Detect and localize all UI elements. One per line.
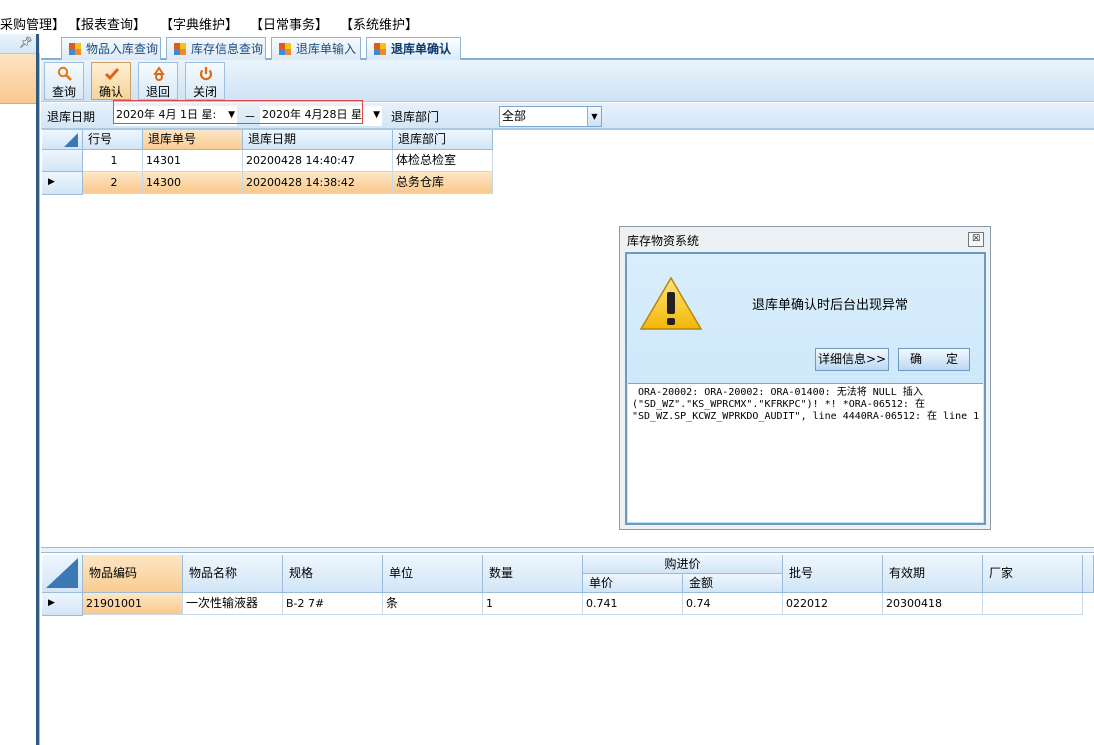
cell-name[interactable]: 一次性输液器 xyxy=(183,593,283,615)
window-icon xyxy=(69,43,82,55)
splitter-bar[interactable] xyxy=(36,34,39,745)
col-header-purchase-group: 购进价 xyxy=(583,555,783,574)
menu-reports[interactable]: 【报表查询】 xyxy=(68,14,146,33)
cell-qty[interactable]: 1 xyxy=(483,593,583,615)
menu-system[interactable]: 【系统维护】 xyxy=(340,14,418,33)
confirm-button[interactable]: 确认 xyxy=(91,62,131,100)
grid-corner[interactable] xyxy=(42,555,83,593)
menu-daily[interactable]: 【日常事务】 xyxy=(250,14,328,33)
recycle-icon xyxy=(151,66,167,82)
cell-dept[interactable]: 总务仓库 xyxy=(393,172,493,194)
left-pane-selected-item[interactable] xyxy=(0,54,39,104)
cell-code[interactable]: 21901001 xyxy=(83,593,183,615)
cell-amount[interactable]: 0.74 xyxy=(683,593,783,615)
cell-dept[interactable]: 体检总检室 xyxy=(393,150,493,172)
col-header-unit-price[interactable]: 单价 xyxy=(583,574,683,593)
close-icon[interactable]: ☒ xyxy=(968,232,984,247)
menu-purchase[interactable]: 采购管理】 xyxy=(0,14,65,33)
error-detail-text[interactable]: ORA-20002: ORA-20002: ORA-01400: 无法将 NUL… xyxy=(628,383,983,522)
left-pane: 📌︎ xyxy=(0,34,40,745)
dept-label: 退库部门 xyxy=(391,110,440,124)
row-indicator[interactable]: ▶ xyxy=(42,593,83,616)
cell-row-no[interactable]: 2 xyxy=(83,172,143,194)
row-pointer-icon: ▶ xyxy=(48,177,55,187)
col-header-expiry[interactable]: 有效期 xyxy=(883,555,983,593)
tab-strip: 物品入库查询 库存信息查询 退库单输入 退库单确认 xyxy=(41,34,1094,61)
cell-date[interactable]: 20200428 14:38:42 xyxy=(243,172,393,194)
col-header-overflow[interactable] xyxy=(1083,555,1094,593)
tab-stock-in-query[interactable]: 物品入库查询 xyxy=(61,37,161,60)
dept-select[interactable]: 全部 ▼ xyxy=(499,106,602,127)
cell-row-no[interactable]: 1 xyxy=(83,150,143,172)
warning-icon xyxy=(639,276,703,335)
menu-bar: 采购管理】 【报表查询】 【字典维护】 【日常事务】 【系统维护】 xyxy=(0,0,1094,34)
pin-icon[interactable]: 📌︎ xyxy=(19,36,33,49)
corner-triangle-icon xyxy=(46,558,78,588)
cell-expiry[interactable]: 20300418 xyxy=(883,593,983,615)
col-header-doc-no[interactable]: 退库单号 xyxy=(143,130,243,150)
window-icon xyxy=(174,43,187,55)
tab-label: 退库单输入 xyxy=(296,42,357,56)
left-pane-header: 📌︎ xyxy=(0,34,40,54)
return-detail-grid: 物品编码 物品名称 规格 单位 数量 购进价 单价 金额 批号 有效期 厂家 ▶… xyxy=(42,553,1094,745)
col-header-unit[interactable]: 单位 xyxy=(383,555,483,593)
window-icon xyxy=(374,43,387,55)
date-label: 退库日期 xyxy=(47,110,96,124)
tab-label: 库存信息查询 xyxy=(191,42,264,56)
tab-label: 退库单确认 xyxy=(391,42,452,56)
power-icon xyxy=(198,66,214,82)
return-button[interactable]: 退回 xyxy=(138,62,178,100)
ok-button[interactable]: 确 定 xyxy=(898,348,970,371)
return-label: 退回 xyxy=(145,85,170,99)
dept-value: 全部 xyxy=(502,109,527,123)
window-icon xyxy=(279,43,292,55)
error-dialog: 库存物资系统 ☒ 退库单确认时后台出现异常 详细信息>> 确 定 ORA-200… xyxy=(619,226,991,530)
checkmark-icon xyxy=(104,66,120,82)
query-label: 查询 xyxy=(51,85,76,99)
chevron-down-icon[interactable]: ▼ xyxy=(587,107,601,126)
row-indicator[interactable]: ▶ xyxy=(42,172,83,195)
dialog-body: 退库单确认时后台出现异常 详细信息>> 确 定 ORA-20002: ORA-2… xyxy=(625,252,986,525)
cell-doc-no[interactable]: 14301 xyxy=(143,150,243,172)
details-button[interactable]: 详细信息>> xyxy=(815,348,889,371)
col-header-name[interactable]: 物品名称 xyxy=(183,555,283,593)
col-header-spec[interactable]: 规格 xyxy=(283,555,383,593)
dialog-title: 库存物资系统 xyxy=(627,234,700,248)
col-header-row-no[interactable]: 行号 xyxy=(83,130,143,150)
tab-return-confirm[interactable]: 退库单确认 xyxy=(366,37,461,61)
close-label: 关闭 xyxy=(192,85,217,99)
close-button[interactable]: 关闭 xyxy=(185,62,225,100)
col-header-code[interactable]: 物品编码 xyxy=(83,555,183,593)
cell-date[interactable]: 20200428 14:40:47 xyxy=(243,150,393,172)
search-icon xyxy=(57,66,73,82)
tab-return-input[interactable]: 退库单输入 xyxy=(271,37,361,60)
dropdown-arrow-icon[interactable]: ▼ xyxy=(373,106,380,124)
col-header-maker[interactable]: 厂家 xyxy=(983,555,1083,593)
corner-triangle-icon xyxy=(64,133,78,147)
cell-batch[interactable]: 022012 xyxy=(783,593,883,615)
confirm-label: 确认 xyxy=(98,85,123,99)
col-header-batch[interactable]: 批号 xyxy=(783,555,883,593)
cell-unit-price[interactable]: 0.741 xyxy=(583,593,683,615)
dialog-message: 退库单确认时后台出现异常 xyxy=(752,298,909,313)
menu-dictionary[interactable]: 【字典维护】 xyxy=(160,14,238,33)
col-header-amount[interactable]: 金额 xyxy=(683,574,783,593)
cell-unit[interactable]: 条 xyxy=(383,593,483,615)
row-pointer-icon: ▶ xyxy=(48,598,55,608)
col-header-date[interactable]: 退库日期 xyxy=(243,130,393,150)
tab-label: 物品入库查询 xyxy=(86,42,159,56)
cell-doc-no[interactable]: 14300 xyxy=(143,172,243,194)
toolbar: 查询 确认 退回 关闭 xyxy=(41,60,1094,102)
cell-maker[interactable] xyxy=(983,593,1083,615)
col-header-dept[interactable]: 退库部门 xyxy=(393,130,493,150)
col-header-qty[interactable]: 数量 xyxy=(483,555,583,593)
cell-spec[interactable]: B-2 7# xyxy=(283,593,383,615)
row-indicator[interactable] xyxy=(42,150,83,172)
tab-inventory-query[interactable]: 库存信息查询 xyxy=(166,37,266,60)
query-button[interactable]: 查询 xyxy=(44,62,84,100)
date-range-highlight xyxy=(113,100,363,124)
grid-corner[interactable] xyxy=(42,130,83,150)
